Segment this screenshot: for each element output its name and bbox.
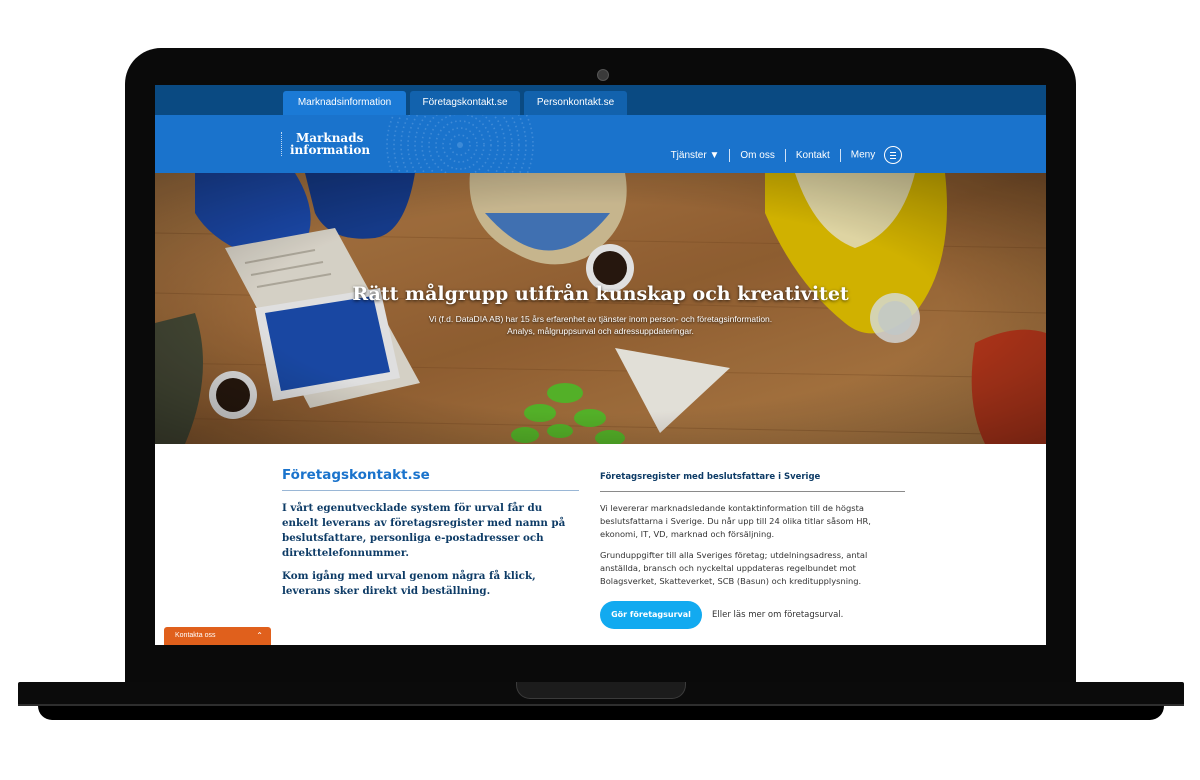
lead-paragraph-2: Kom igång med urval genom några få klick… bbox=[282, 570, 536, 597]
laptop-hinge-notch bbox=[516, 682, 686, 699]
site-switcher-bar: Marknadsinformation Företagskontakt.se P… bbox=[155, 85, 1046, 115]
site-header: Marknads information Tjänster ▼ Om oss K… bbox=[155, 115, 1046, 173]
hero-title: Rätt målgrupp utifrån kunskap och kreati… bbox=[352, 283, 849, 305]
hero-subtitle: Vi (f.d. DataDIA AB) har 15 års erfarenh… bbox=[155, 313, 1046, 337]
tab-foretagskontakt[interactable]: Företagskontakt.se bbox=[410, 91, 520, 115]
tab-personkontakt[interactable]: Personkontakt.se bbox=[524, 91, 627, 115]
hero-banner: Rätt målgrupp utifrån kunskap och kreati… bbox=[155, 173, 1046, 444]
nav-tjanster[interactable]: Tjänster ▼ bbox=[661, 150, 730, 161]
main-nav: Tjänster ▼ Om oss Kontakt Meny bbox=[661, 146, 902, 164]
site-logo[interactable]: Marknads information bbox=[281, 132, 370, 156]
hamburger-icon bbox=[884, 146, 902, 164]
lead-paragraph-1: I vårt egenutvecklade system för urval f… bbox=[282, 502, 566, 559]
webcam bbox=[597, 69, 609, 81]
nav-om-oss[interactable]: Om oss bbox=[730, 150, 784, 161]
laptop-base-bottom bbox=[38, 706, 1164, 720]
hero-subtitle-line-1: Vi (f.d. DataDIA AB) har 15 års erfarenh… bbox=[428, 314, 773, 324]
contact-us-tab[interactable]: Kontakta oss ⌃ bbox=[164, 627, 271, 645]
hero-subtitle-line-2: Analys, målgruppsurval och adressuppdate… bbox=[507, 326, 694, 336]
website-screen: Marknadsinformation Företagskontakt.se P… bbox=[155, 85, 1046, 645]
details-title: Företagsregister med beslutsfattare i Sv… bbox=[600, 472, 905, 492]
nav-kontakt[interactable]: Kontakt bbox=[786, 150, 840, 161]
nav-meny-label: Meny bbox=[850, 149, 876, 161]
details-column: Företagsregister med beslutsfattare i Sv… bbox=[600, 469, 905, 588]
details-paragraph-1: Vi levererar marknadsledande kontaktinfo… bbox=[600, 503, 871, 539]
contact-us-label: Kontakta oss bbox=[175, 632, 216, 639]
cta-row: Gör företagsurval Eller läs mer om föret… bbox=[600, 601, 843, 629]
hero-photo bbox=[155, 173, 1046, 444]
logo-line-2: information bbox=[290, 143, 371, 157]
intro-column: Företagskontakt.se I vårt egenutvecklade… bbox=[282, 467, 582, 599]
dot-pattern bbox=[386, 115, 534, 173]
details-paragraph-2: Grunduppgifter till alla Sveriges företa… bbox=[600, 550, 868, 586]
section-title: Företagskontakt.se bbox=[282, 467, 579, 491]
gor-foretagsurval-button[interactable]: Gör företagsurval bbox=[600, 601, 702, 629]
chevron-up-icon: ⌃ bbox=[256, 631, 263, 640]
nav-meny[interactable]: Meny bbox=[841, 146, 902, 164]
tab-marknadsinformation[interactable]: Marknadsinformation bbox=[283, 91, 406, 115]
read-more-link[interactable]: Eller läs mer om företagsurval. bbox=[712, 610, 843, 620]
